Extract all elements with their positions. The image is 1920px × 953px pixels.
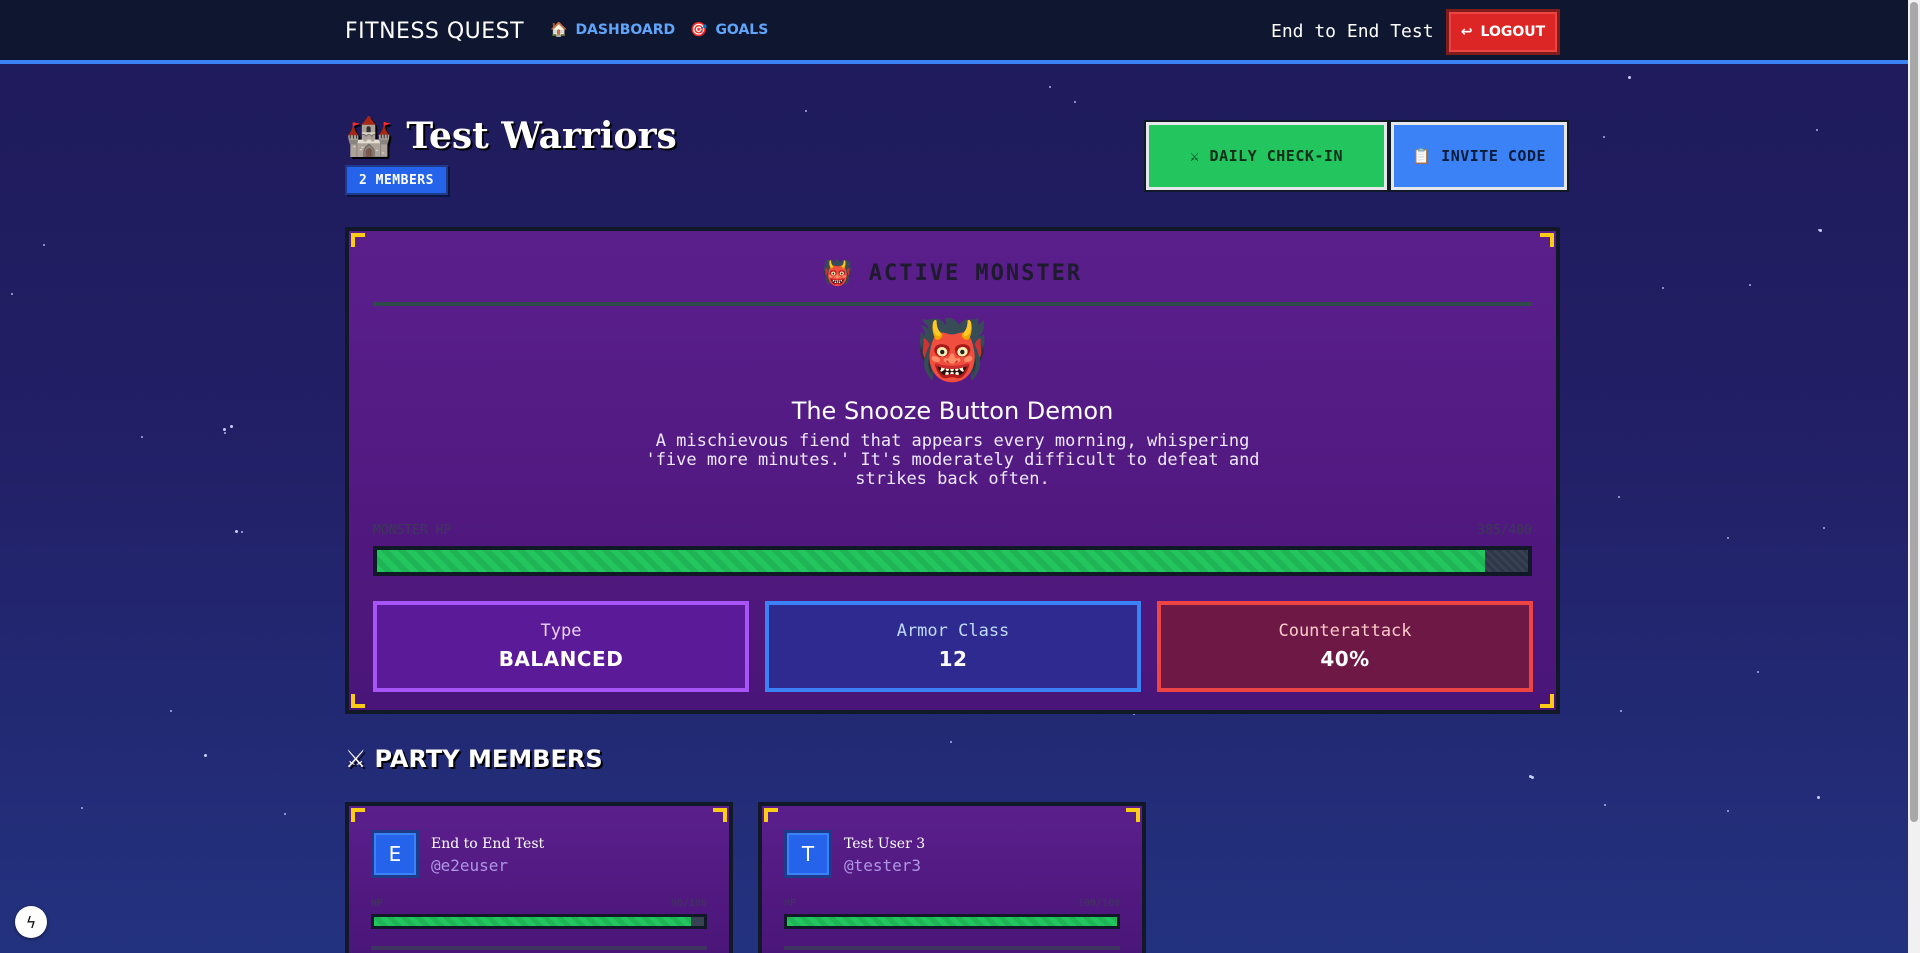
castle-icon: 🏰 [345,113,393,158]
member-name: End to End Test [431,836,545,852]
members-count-badge: 2 MEMBERS [345,165,448,195]
monster-name: The Snooze Button Demon [791,397,1114,425]
heading-divider [373,302,1532,306]
corner-decoration [1540,694,1554,708]
monster-hp-label: MONSTER HP [373,523,452,538]
logout-label: LOGOUT [1480,24,1546,40]
party-name: Test Warriors [406,115,677,157]
member-card[interactable]: T Test User 3 @tester3 HP 100/100 [758,802,1146,953]
monster-heading-label: ACTIVE MONSTER [868,260,1083,286]
monster-hp-value: 385/400 [1477,523,1532,538]
stat-armor-value: 12 [938,647,968,671]
corner-decoration [351,694,365,708]
stat-armor-card: Armor Class 12 [765,601,1141,692]
corner-decoration [351,233,365,247]
member-hp-bar [371,914,707,929]
member-card[interactable]: E End to End Test @e2euser HP 96/100 [345,802,733,953]
page-scrollbar[interactable] [1908,0,1920,953]
monster-description: A mischievous fiend that appears every m… [645,431,1260,489]
corner-decoration [1540,233,1554,247]
member-divider [784,946,1120,950]
daily-checkin-button[interactable]: ⚔ DAILY CHECK-IN [1144,120,1389,192]
member-hp-label: HP [371,898,384,909]
home-icon: 🏠 [550,22,568,38]
member-hp-bar [784,914,1120,929]
party-members-heading: ⚔ PARTY MEMBERS [345,745,603,773]
stat-type-card: Type BALANCED [373,601,749,692]
nav-link-dashboard[interactable]: 🏠 DASHBOARD [550,22,675,38]
daily-checkin-label: DAILY CHECK-IN [1209,147,1343,165]
monster-hp-fill [377,550,1485,572]
target-icon: 🎯 [690,22,708,38]
stat-type-label: Type [540,621,582,641]
corner-decoration [1126,808,1140,822]
member-hp-fill [374,917,691,926]
ogre-icon: 👹 [822,259,855,287]
stat-armor-label: Armor Class [896,621,1010,641]
current-user-name: End to End Test [1271,21,1434,42]
stat-type-value: BALANCED [498,647,624,671]
stat-counterattack-card: Counterattack 40% [1157,601,1533,692]
page-title: 🏰 Test Warriors [345,113,677,159]
corner-decoration [351,808,365,822]
avatar: T [784,830,832,878]
invite-code-label: INVITE CODE [1441,147,1547,165]
nav-link-goals-label: GOALS [715,22,769,38]
lightning-icon[interactable]: ϟ [15,906,47,938]
stat-counterattack-value: 40% [1320,647,1370,671]
member-hp-fill [787,917,1117,926]
member-hp-value: 100/100 [1077,898,1120,909]
party-members-heading-label: PARTY MEMBERS [374,745,603,773]
invite-code-button[interactable]: 📋 INVITE CODE [1389,120,1569,192]
logout-button[interactable]: ↩ LOGOUT [1446,9,1560,55]
monster-section-heading: 👹 ACTIVE MONSTER [349,259,1556,287]
nav-link-goals[interactable]: 🎯 GOALS [690,22,768,38]
brand-logo[interactable]: FITNESS QUEST [345,19,524,44]
top-navbar: FITNESS QUEST 🏠 DASHBOARD 🎯 GOALS End to… [0,0,1908,64]
member-hp-value: 96/100 [670,898,707,909]
member-hp-label: HP [784,898,797,909]
active-monster-panel: 👹 ACTIVE MONSTER 👹 The Snooze Button Dem… [345,227,1560,714]
corner-decoration [764,808,778,822]
stat-counterattack-label: Counterattack [1278,621,1412,641]
monster-hp-bar [373,546,1532,576]
scrollbar-thumb[interactable] [1910,2,1918,822]
avatar: E [371,830,419,878]
member-handle: @tester3 [844,856,922,875]
member-handle: @e2euser [431,856,509,875]
logout-icon: ↩ [1460,24,1473,40]
nav-link-dashboard-label: DASHBOARD [575,22,676,38]
member-name: Test User 3 [844,836,926,852]
member-divider [371,946,707,950]
swords-icon: ⚔ [1190,147,1200,165]
monster-portrait-icon: 👹 [916,316,989,384]
clipboard-icon: 📋 [1411,147,1432,165]
crossed-swords-icon: ⚔ [345,745,367,773]
corner-decoration [713,808,727,822]
